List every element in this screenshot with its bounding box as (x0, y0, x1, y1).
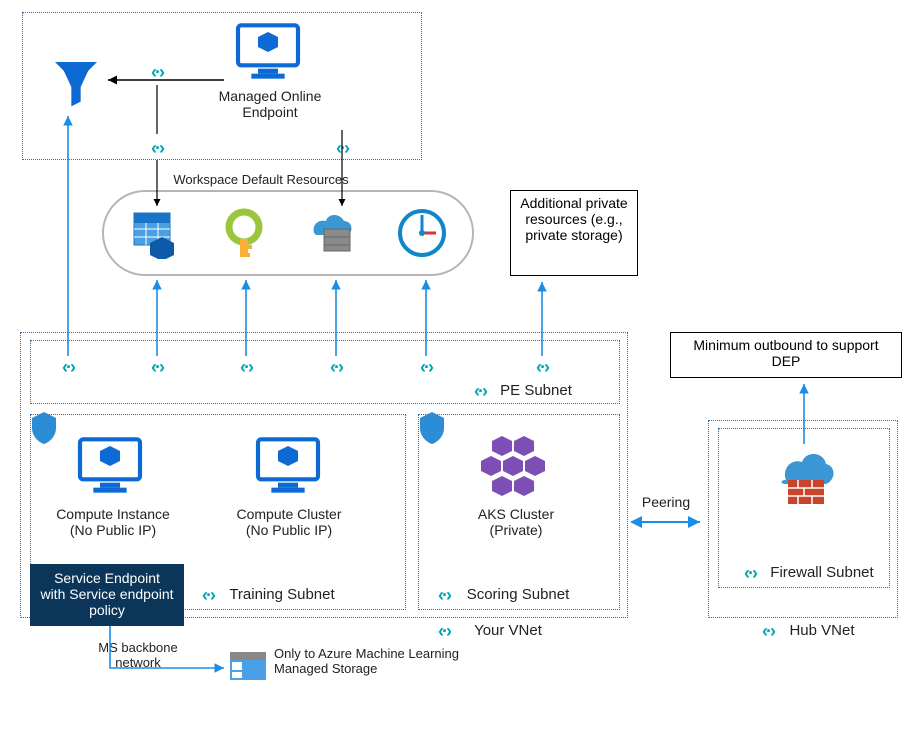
pe-icon (234, 358, 258, 378)
pe-icon (530, 358, 554, 378)
peering-arrow (628, 514, 708, 534)
endpoint-label: Managed Online Endpoint (210, 88, 330, 120)
shield-icon (28, 410, 60, 449)
keyvault-icon (218, 207, 270, 262)
compute-cluster-label: Compute Cluster (No Public IP) (224, 506, 354, 538)
pe-icon (145, 139, 169, 159)
outbound-text: Minimum outbound to support DEP (693, 337, 878, 369)
pe-icon (56, 358, 80, 378)
firewall-label: Firewall Subnet (762, 564, 882, 581)
outbound-box: Minimum outbound to support DEP (670, 332, 902, 378)
compute-cluster-icon (254, 436, 322, 499)
peering-label: Peering (636, 494, 696, 510)
aks-cluster-icon (478, 432, 554, 505)
endpoint-icon (234, 22, 302, 85)
aks-label: AKS Cluster (Private) (466, 506, 566, 538)
additional-text: Additional private resources (e.g., priv… (520, 195, 627, 243)
firewall-icon (768, 444, 840, 515)
training-subnet-label: Training Subnet (222, 586, 342, 603)
appinsights-icon (396, 207, 448, 262)
pe-icon (145, 63, 169, 83)
additional-resources-box: Additional private resources (e.g., priv… (510, 190, 638, 276)
shield-icon (416, 410, 448, 449)
pe-icon (414, 358, 438, 378)
storage-icon (128, 207, 184, 262)
pe-icon (330, 139, 354, 159)
storage-note-label: Only to Azure Machine Learning Managed S… (274, 646, 464, 676)
hub-vnet-label: Hub VNet (782, 622, 862, 639)
pe-icon (738, 564, 762, 584)
service-endpoint-text: Service Endpoint with Service endpoint p… (40, 570, 173, 618)
pe-icon (324, 358, 348, 378)
pe-icon (756, 622, 780, 642)
ms-backbone-label: MS backbone network (88, 640, 188, 670)
ws-resources-label: Workspace Default Resources (161, 172, 361, 187)
ml-workspace-icon (48, 55, 104, 114)
pe-icon (196, 586, 220, 606)
pe-icon (145, 358, 169, 378)
compute-instance-icon (76, 436, 144, 499)
pe-icon (432, 586, 456, 606)
pe-icon (432, 622, 456, 642)
acr-icon (304, 207, 360, 262)
managed-storage-icon (226, 648, 270, 691)
pe-icon (468, 382, 492, 402)
compute-instance-label: Compute Instance (No Public IP) (48, 506, 178, 538)
pe-subnet-label: PE Subnet (496, 382, 576, 399)
service-endpoint-box: Service Endpoint with Service endpoint p… (30, 564, 184, 626)
vnet-label: Your VNet (458, 622, 558, 639)
scoring-subnet-label: Scoring Subnet (458, 586, 578, 603)
